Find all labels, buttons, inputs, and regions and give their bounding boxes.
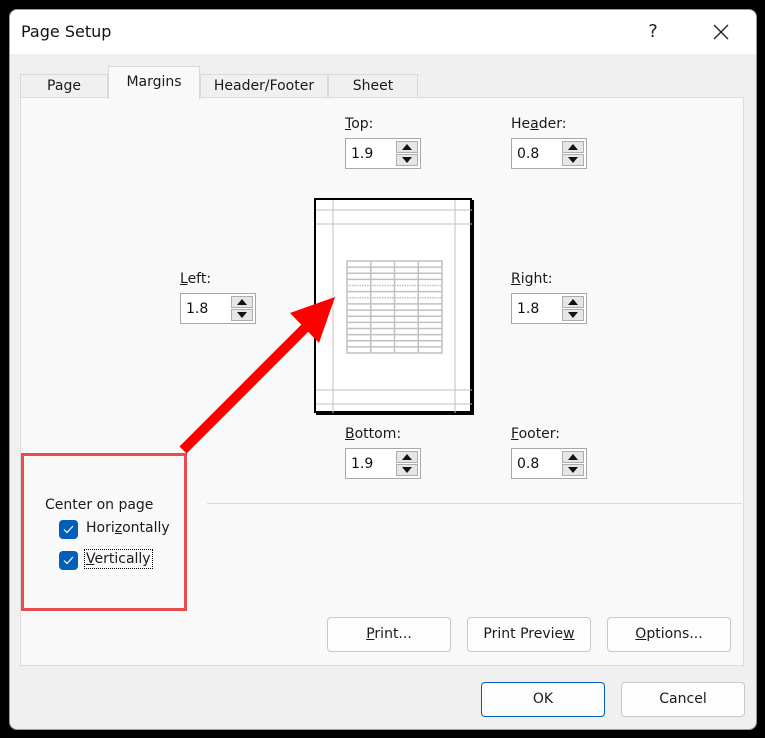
- footer-increment-button[interactable]: [562, 451, 584, 463]
- bottom-decrement-button[interactable]: [396, 464, 418, 476]
- footer-decrement-button[interactable]: [562, 464, 584, 476]
- annotation-highlight-box: [21, 453, 187, 611]
- right-decrement-button[interactable]: [562, 309, 584, 321]
- arrow-up-icon: [402, 454, 412, 460]
- right-label: Right:: [511, 271, 553, 287]
- bottom-increment-button[interactable]: [396, 451, 418, 463]
- arrow-up-icon: [568, 454, 578, 460]
- print-button[interactable]: Print...: [327, 617, 451, 652]
- page-preview-graphic: [316, 200, 472, 413]
- title-bar: Page Setup ?: [10, 10, 756, 54]
- print-preview-button[interactable]: Print Preview: [467, 617, 591, 652]
- top-decrement-button[interactable]: [396, 154, 418, 166]
- left-increment-button[interactable]: [231, 296, 253, 308]
- header-margin-input[interactable]: [517, 144, 561, 164]
- bottom-margin-spinner: [345, 448, 421, 479]
- arrow-down-icon: [402, 467, 412, 473]
- options-button[interactable]: Options...: [607, 617, 731, 652]
- right-margin-input[interactable]: [517, 299, 561, 319]
- arrow-down-icon: [237, 312, 247, 318]
- arrow-down-icon: [568, 467, 578, 473]
- arrow-down-icon: [568, 312, 578, 318]
- arrow-up-icon: [402, 144, 412, 150]
- tab-margins[interactable]: Margins: [108, 66, 200, 99]
- worksheet-grid-preview: [346, 260, 443, 354]
- footer-margin-input[interactable]: [517, 454, 561, 474]
- tab-page[interactable]: Page: [20, 74, 108, 98]
- ok-button[interactable]: OK: [481, 682, 605, 717]
- left-label: Left:: [180, 271, 212, 287]
- right-margin-spinner: [511, 293, 587, 324]
- arrow-up-icon: [568, 144, 578, 150]
- bottom-margin-input[interactable]: [351, 454, 395, 474]
- top-margin-spinner: [345, 138, 421, 169]
- arrow-down-icon: [568, 157, 578, 163]
- footer-label: Footer:: [511, 426, 561, 442]
- dialog-title: Page Setup: [21, 22, 112, 41]
- footer-margin-spinner: [511, 448, 587, 479]
- left-margin-spinner: [180, 293, 256, 324]
- right-increment-button[interactable]: [562, 296, 584, 308]
- group-separator: [207, 503, 742, 504]
- close-button[interactable]: [706, 18, 736, 46]
- close-icon: [713, 24, 729, 40]
- page-preview: [314, 198, 472, 413]
- page-setup-dialog: Page Setup ? Page Margins Header/Footer …: [9, 9, 757, 730]
- header-margin-spinner: [511, 138, 587, 169]
- header-increment-button[interactable]: [562, 141, 584, 153]
- left-decrement-button[interactable]: [231, 309, 253, 321]
- arrow-down-icon: [402, 157, 412, 163]
- header-decrement-button[interactable]: [562, 154, 584, 166]
- tab-sheet[interactable]: Sheet: [328, 74, 418, 98]
- tab-header-footer[interactable]: Header/Footer: [200, 74, 328, 98]
- top-increment-button[interactable]: [396, 141, 418, 153]
- arrow-up-icon: [237, 299, 247, 305]
- cancel-button[interactable]: Cancel: [621, 682, 745, 717]
- help-button[interactable]: ?: [638, 18, 668, 46]
- arrow-up-icon: [568, 299, 578, 305]
- top-label: Top:: [345, 116, 374, 132]
- header-label: Header:: [511, 116, 567, 132]
- top-margin-input[interactable]: [351, 144, 395, 164]
- left-margin-input[interactable]: [186, 299, 230, 319]
- bottom-label: Bottom:: [345, 426, 402, 442]
